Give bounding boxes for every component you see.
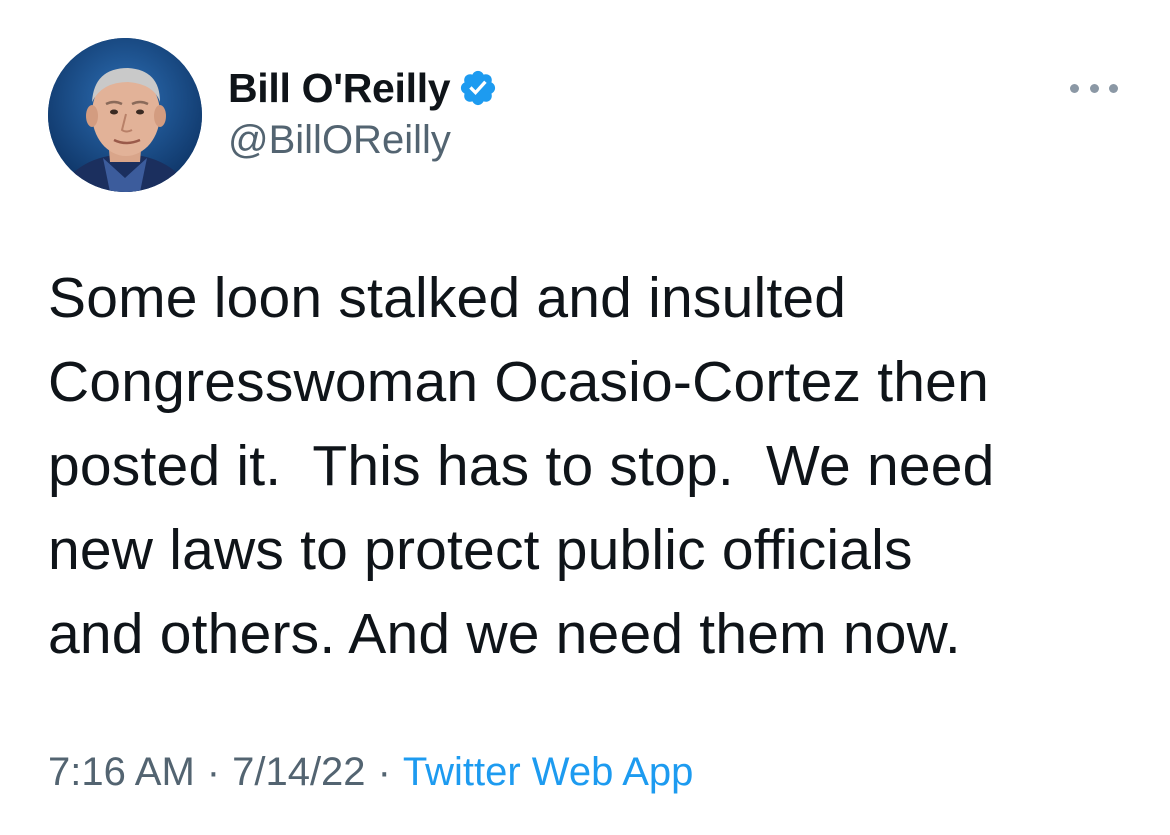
author-name-row: Bill O'Reilly xyxy=(228,62,498,114)
meta-separator: · xyxy=(206,750,221,794)
verified-badge-icon xyxy=(458,68,498,108)
more-options-icon[interactable] xyxy=(1070,78,1118,98)
tweet-date[interactable]: 7/14/22 xyxy=(232,750,365,794)
more-dot xyxy=(1089,83,1099,93)
author-handle[interactable]: @BillOReilly xyxy=(228,118,498,163)
author-avatar[interactable] xyxy=(48,38,202,192)
meta-separator: · xyxy=(377,750,391,794)
tweet-text: Some loon stalked and insulted Congressw… xyxy=(48,266,995,666)
more-dot xyxy=(1109,83,1118,93)
tweet-metadata: 7:16 AM · 7/14/22 · Twitter Web App xyxy=(48,750,693,795)
more-dot xyxy=(1070,83,1079,93)
author-display-name[interactable]: Bill O'Reilly xyxy=(228,65,451,112)
tweet-time[interactable]: 7:16 AM xyxy=(48,750,195,794)
author-info: Bill O'Reilly @BillOReilly xyxy=(228,62,498,163)
tweet-source-link[interactable]: Twitter Web App xyxy=(403,750,694,794)
tweet-card: Bill O'Reilly @BillOReilly Some loon sta… xyxy=(0,0,1170,835)
profile-photo-icon xyxy=(48,38,202,192)
